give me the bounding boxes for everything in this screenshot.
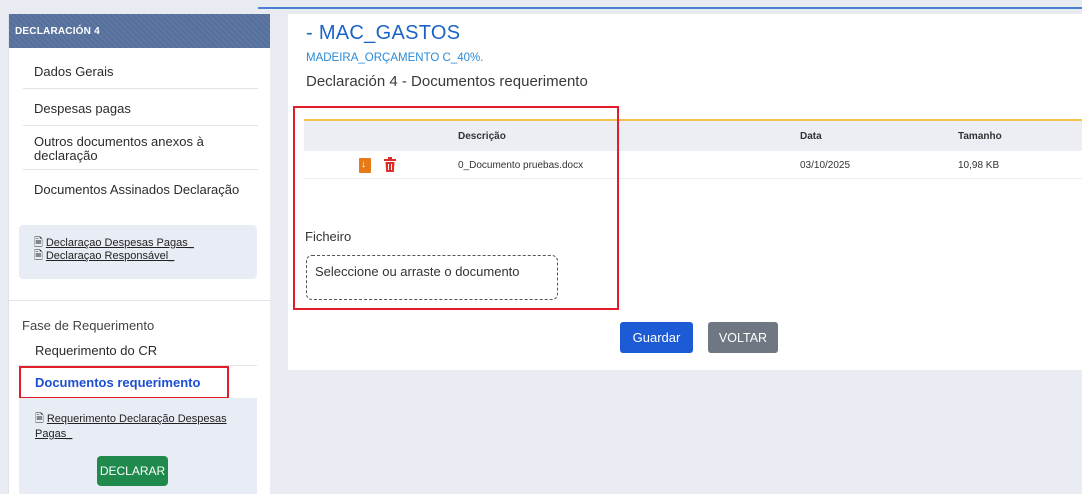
doc-link-label: Requerimento Declaração Despesas Pagas_ <box>35 413 227 440</box>
sidebar-menu: Dados Gerais Despesas pagas Outros docum… <box>9 52 270 206</box>
doc-link-despesas-pagas[interactable]: 🗎 Declaraçao Despesas Pagas_ <box>34 237 257 250</box>
declaration-docs-box: 🗎 Declaraçao Despesas Pagas_ 🗎 Declaraçao … <box>19 225 257 279</box>
sidebar-item-documentos-assinados[interactable]: Documentos Assinados Declaração <box>23 170 258 206</box>
cell-data: 03/10/2025 <box>800 160 851 171</box>
sidebar-item-outros-documentos[interactable]: Outros documentos anexos à declaração <box>23 126 258 170</box>
doc-link-responsavel[interactable]: 🗎 Declaraçao Responsável_ <box>34 250 257 263</box>
highlight-box-documents <box>293 106 619 310</box>
page-title: Declaración 4 - Documentos requerimento <box>306 73 588 90</box>
guardar-button[interactable]: Guardar <box>620 322 693 353</box>
sidebar-item-despesas-pagas[interactable]: Despesas pagas <box>23 89 258 126</box>
column-header-data: Data <box>800 131 822 142</box>
top-accent-line <box>258 7 1082 9</box>
main-panel: - MAC_GASTOS MADEIRA_ORÇAMENTO C_40%. De… <box>288 14 1082 370</box>
project-subtitle: MADEIRA_ORÇAMENTO C_40%. <box>306 52 484 64</box>
fase-requerimento-title: Fase de Requerimento <box>22 318 155 333</box>
cell-tamanho: 10,98 KB <box>958 160 1000 171</box>
column-header-tamanho: Tamanho <box>958 131 1002 142</box>
document-icon: 🗎 <box>35 413 44 425</box>
project-title: - MAC_GASTOS <box>306 22 461 44</box>
doc-link-label: Declaraçao Despesas Pagas_ <box>45 237 194 249</box>
sidebar-item-dados-gerais[interactable]: Dados Gerais <box>23 52 258 89</box>
doc-link-requerimento-declaracao[interactable]: 🗎 Requerimento Declaração Despesas Pagas_ <box>35 412 249 442</box>
sidebar-header: DECLARACIÓN 4 <box>9 14 270 48</box>
sidebar: DECLARACIÓN 4 Dados Gerais Despesas paga… <box>8 14 271 494</box>
document-icon: 🗎 <box>34 237 43 249</box>
declarar-button[interactable]: DECLARAR <box>97 456 168 486</box>
document-icon: 🗎 <box>34 250 43 262</box>
voltar-button[interactable]: VOLTAR <box>708 322 778 353</box>
section-divider <box>9 300 271 301</box>
sidebar-item-requerimento-cr[interactable]: Requerimento do CR <box>35 343 157 358</box>
highlight-box-active-item <box>19 366 229 399</box>
doc-link-label: Declaraçao Responsável_ <box>45 250 175 262</box>
